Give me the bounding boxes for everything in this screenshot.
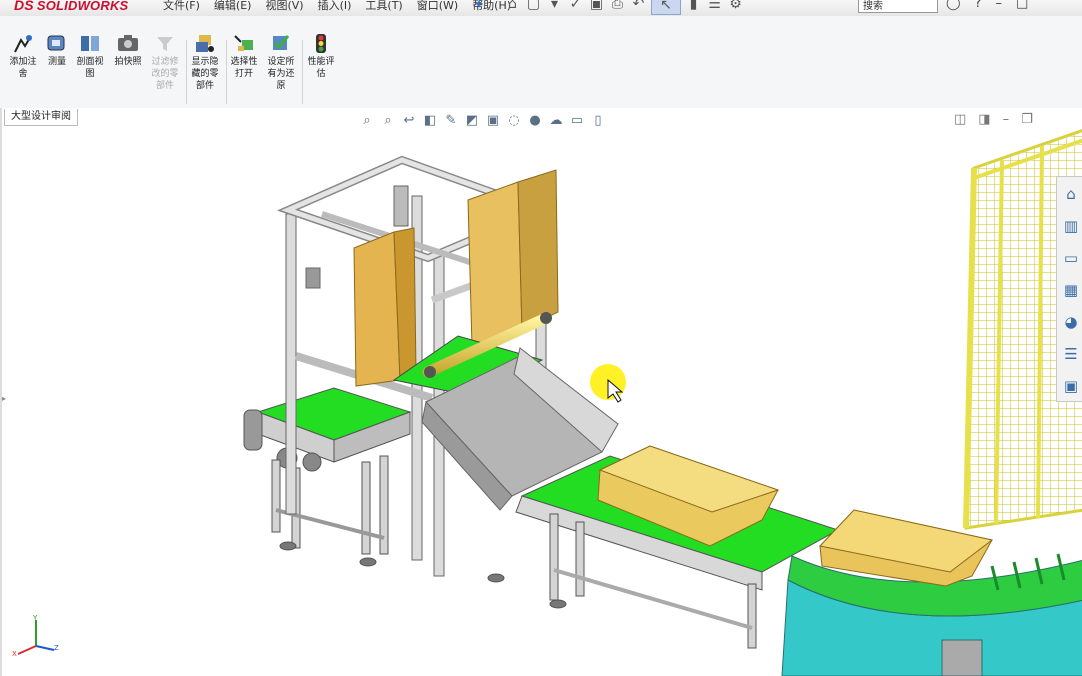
graphics-area[interactable]: ⌕ ⌕ ↩ ◧ ✎ ◩ ▣ ◌ ● ☁ ▭ ▯ ◫ ◨ – ❐ ⌂ ▥ ▭ ▦ … — [0, 108, 1082, 676]
left-conveyor[interactable] — [243, 387, 412, 567]
dynamic-annotation-icon[interactable]: ✎ — [442, 112, 460, 130]
design-library-icon[interactable]: ▥ — [1060, 215, 1082, 237]
menu-bar: 文件(F) 编辑(E) 视图(V) 插入(I) 工具(T) 窗口(W) 帮助(H… — [163, 0, 525, 13]
window-controls: ◯ ? – □ — [946, 0, 1028, 11]
ribbon-separator — [186, 40, 187, 104]
section-view-button[interactable]: 剖面视 图 — [74, 32, 106, 80]
file-properties-icon[interactable]: ☰ — [706, 0, 723, 13]
svg-text:X: X — [12, 650, 17, 658]
task-pane: ⌂ ▥ ▭ ▦ ◕ ☰ ▣ — [1056, 176, 1082, 402]
previous-view-icon[interactable]: ↩ — [400, 112, 418, 130]
set-resolved-icon — [273, 35, 290, 50]
new-document-icon[interactable]: ▢ — [525, 0, 542, 13]
menu-window[interactable]: 窗口(W) — [417, 0, 458, 13]
solidworks-logo[interactable]: DS SOLIDWORKS — [14, 0, 128, 13]
add-annotation-button[interactable]: 添加注 舍 — [6, 32, 40, 80]
snapshot-button[interactable]: 拍快照 — [112, 32, 144, 68]
add-annotation-icon — [14, 35, 32, 53]
hide-show-items-icon[interactable]: ◌ — [505, 112, 523, 130]
display-style-icon[interactable]: ▣ — [484, 112, 502, 130]
quick-access-toolbar: ⌂ ▢ ▾ ✓ ▣ ⎙ ↶ ↖ ▮ ☰ ⚙ — [504, 0, 744, 15]
menu-tools[interactable]: 工具(T) — [365, 0, 402, 13]
zoom-to-fit-icon[interactable]: ⌕ — [358, 112, 376, 130]
user-icon[interactable]: ◯ — [946, 0, 961, 11]
svg-text:Z: Z — [54, 644, 59, 652]
view-settings-icon[interactable]: ▭ — [568, 112, 586, 130]
svg-text:Y: Y — [32, 614, 38, 622]
custom-properties-icon[interactable]: ☰ — [1060, 343, 1082, 365]
camera-icon — [118, 35, 138, 51]
filter-modified-icon — [157, 37, 173, 51]
measure-button[interactable]: 测量 — [44, 32, 70, 68]
minimize-icon[interactable]: – — [995, 0, 1002, 11]
viewport-link-icon[interactable]: ◨ — [978, 112, 990, 127]
maximize-icon[interactable]: □ — [1016, 0, 1028, 11]
view-orientation-icon[interactable]: ◩ — [463, 112, 481, 130]
ribbon-separator — [226, 40, 227, 104]
show-hidden-icon — [196, 35, 214, 52]
print-icon[interactable]: ⎙ — [609, 0, 626, 13]
viewport-minimize-icon[interactable]: – — [1003, 112, 1010, 127]
rebuild-icon[interactable]: ✓ — [567, 0, 584, 13]
menu-edit[interactable]: 编辑(E) — [214, 0, 252, 13]
traffic-light-icon — [316, 34, 326, 53]
heads-up-view-toolbar: ⌕ ⌕ ↩ ◧ ✎ ◩ ▣ ◌ ● ☁ ▭ ▯ — [358, 112, 607, 130]
reference-triad: Y X Z — [12, 614, 59, 658]
selective-open-icon — [234, 35, 253, 51]
filter-modified-button[interactable]: 过滤修 改的零 部件 — [148, 32, 182, 92]
search-input[interactable]: 搜索 — [858, 0, 938, 13]
show-hidden-button[interactable]: 显示隐 藏的零 部件 — [188, 32, 222, 92]
menu-file[interactable]: 文件(F) — [163, 0, 200, 13]
display-pane-icon[interactable]: ▯ — [589, 112, 607, 130]
expand-panel-icon[interactable]: ▸ — [2, 394, 6, 403]
zoom-area-icon[interactable]: ⌕ — [379, 112, 397, 130]
options-icon[interactable]: ⚙ — [727, 0, 744, 13]
rebuild-light-icon[interactable]: ▮ — [685, 0, 702, 13]
forum-icon[interactable]: ▣ — [1060, 375, 1082, 397]
undo-icon[interactable]: ↶ — [630, 0, 647, 13]
appearances-icon[interactable]: ◕ — [1060, 311, 1082, 333]
viewport-restore-icon[interactable]: ❐ — [1021, 112, 1033, 127]
ribbon-separator — [302, 40, 303, 104]
pin-menu-icon[interactable]: ✦ — [474, 0, 484, 11]
viewport-split-icon[interactable]: ◫ — [954, 112, 966, 127]
file-explorer-icon[interactable]: ▭ — [1060, 247, 1082, 269]
measure-icon — [47, 35, 65, 51]
title-bar: DS SOLIDWORKS 文件(F) 编辑(E) 视图(V) 插入(I) 工具(… — [0, 0, 1082, 17]
menu-insert[interactable]: 插入(I) — [318, 0, 352, 13]
conveyor-assembly-model[interactable] — [2, 108, 1082, 676]
section-view-icon — [81, 36, 99, 51]
menu-view[interactable]: 视图(V) — [265, 0, 303, 13]
view-palette-icon[interactable]: ▦ — [1060, 279, 1082, 301]
set-resolved-button[interactable]: 设定所 有为还 原 — [264, 32, 298, 92]
selective-open-button[interactable]: 选择性 打开 — [228, 32, 260, 80]
solidworks-resources-icon[interactable]: ⌂ — [1060, 183, 1082, 205]
save-icon[interactable]: ▣ — [588, 0, 605, 13]
viewport-controls: ◫ ◨ – ❐ — [954, 112, 1033, 127]
open-icon[interactable]: ▾ — [546, 0, 563, 13]
help-icon[interactable]: ? — [975, 0, 982, 11]
home-icon[interactable]: ⌂ — [504, 0, 521, 13]
command-manager: 添加注 舍 测量 剖面视 图 拍快照 过滤修 改的零 部件 显示隐 藏的零 部件… — [0, 16, 1082, 116]
tab-large-design-review[interactable]: 大型设计审阅 — [4, 109, 78, 126]
performance-button[interactable]: 性能评 估 — [304, 32, 338, 80]
select-icon[interactable]: ↖ — [651, 0, 681, 15]
section-view-icon[interactable]: ◧ — [421, 112, 439, 130]
edit-appearance-icon[interactable]: ● — [526, 112, 544, 130]
apply-scene-icon[interactable]: ☁ — [547, 112, 565, 130]
